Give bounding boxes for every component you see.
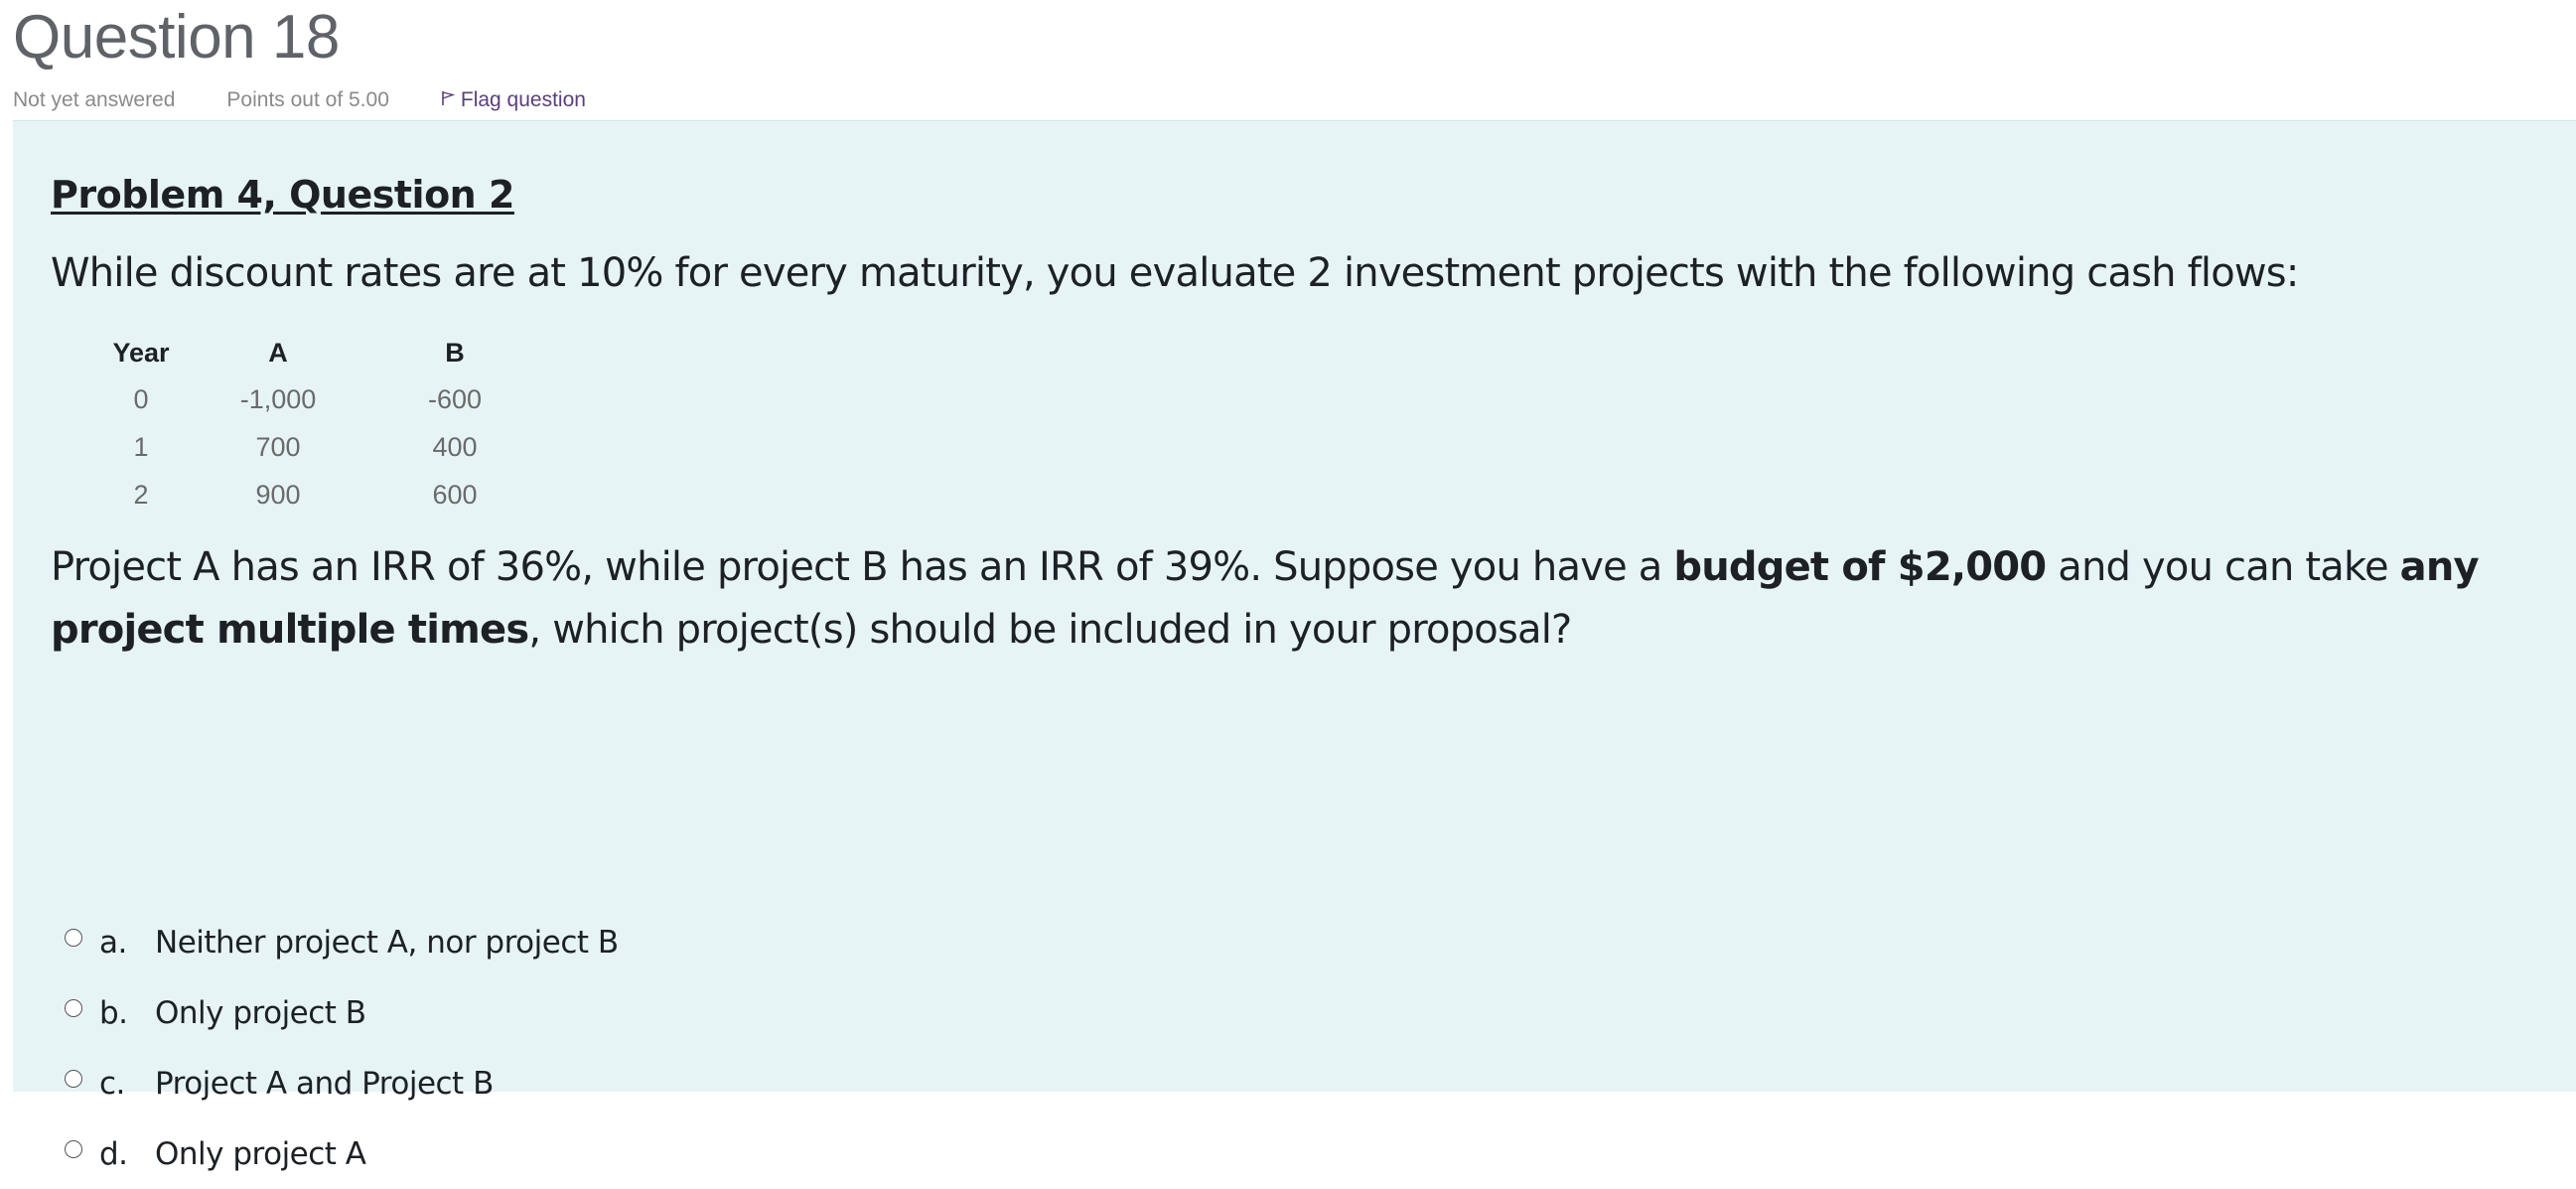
answer-option-b[interactable]: b. Only project B [65, 977, 619, 1048]
table-cell: 400 [432, 431, 478, 462]
answer-option-d[interactable]: d. Only project A [65, 1118, 619, 1189]
answer-options: a. Neither project A, nor project B b. O… [65, 907, 619, 1189]
table-cell: 900 [255, 479, 301, 510]
table-cell: 2 [133, 479, 149, 510]
answer-option-c[interactable]: c. Project A and Project B [65, 1048, 619, 1118]
cash-flow-table: Year A B 0 -1,000 -600 1 700 400 2 900 6… [92, 330, 543, 519]
question-text-part: , which project(s) should be included in… [528, 607, 1572, 653]
table-cell: -1,000 [239, 383, 317, 414]
table-row: 0 -1,000 -600 [92, 375, 543, 423]
answer-text[interactable]: Only project A [155, 1136, 366, 1172]
points-info: Points out of 5.00 [226, 88, 389, 111]
table-cell: 600 [432, 479, 478, 510]
table-cell: -600 [427, 383, 483, 414]
answer-letter: b. [99, 994, 128, 1031]
table-cell: 1 [133, 431, 149, 462]
radio-button-c[interactable] [65, 1069, 82, 1088]
table-row: 2 900 600 [92, 471, 543, 519]
answer-status: Not yet answered [13, 88, 176, 111]
answer-text[interactable]: Project A and Project B [155, 1066, 494, 1102]
question-text-part: Project A has an IRR of 36%, while proje… [51, 544, 1674, 590]
flag-question-button[interactable]: Flag question [441, 88, 586, 112]
answer-letter: a. [99, 924, 127, 961]
table-row: 1 700 400 [92, 423, 543, 471]
problem-heading: Problem 4, Question 2 [51, 173, 514, 217]
table-cell: 0 [133, 383, 149, 414]
question-content: Problem 4, Question 2 While discount rat… [13, 120, 2576, 1172]
radio-button-d[interactable] [65, 1139, 82, 1158]
question-text-part: and you can take [2046, 544, 2400, 590]
radio-button-a[interactable] [65, 928, 82, 947]
answer-option-a[interactable]: a. Neither project A, nor project B [65, 907, 619, 977]
column-header: B [445, 337, 465, 368]
flag-question-label: Flag question [460, 88, 586, 111]
radio-button-b[interactable] [65, 998, 82, 1017]
budget-emphasis: budget of $2,000 [1673, 544, 2047, 590]
question-title: Question 18 [13, 3, 340, 72]
flag-icon [441, 88, 461, 112]
problem-intro: While discount rates are at 10% for ever… [51, 250, 2299, 296]
column-header: Year [112, 337, 170, 368]
answer-text[interactable]: Neither project A, nor project B [155, 925, 619, 961]
question-info-bar: Not yet answered Points out of 5.00 Flag… [13, 85, 586, 115]
answer-letter: c. [99, 1065, 125, 1102]
question-text: Project A has an IRR of 36%, while proje… [51, 536, 2573, 662]
column-header: A [268, 337, 288, 368]
answer-letter: d. [99, 1135, 128, 1172]
table-header-row: Year A B [92, 330, 543, 375]
answer-text[interactable]: Only project B [155, 995, 366, 1031]
table-cell: 700 [255, 431, 301, 462]
